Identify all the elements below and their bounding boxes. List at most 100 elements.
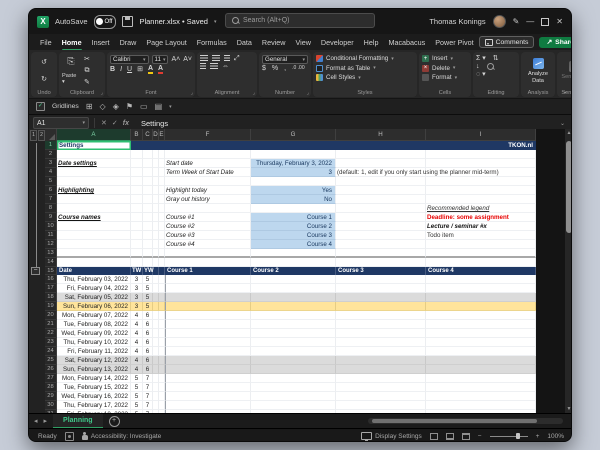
currency-icon[interactable]: $ [262,65,266,72]
display-settings-button[interactable]: Display Settings [361,432,422,440]
cell-A20[interactable]: Mon, February 07, 2022 [57,311,131,320]
horizontal-scrollbar[interactable] [368,418,563,424]
cell-H30[interactable] [336,401,426,410]
cell-I9[interactable]: Deadline: some assignment [426,213,536,222]
cell-B12[interactable] [131,240,143,249]
cell-A6[interactable]: Highlighting [57,186,131,195]
cell-F16[interactable] [165,275,251,284]
cell-A7[interactable] [57,195,131,204]
align-left-icon[interactable] [200,63,206,70]
cell-F7[interactable]: Gray out history [165,195,251,204]
cell-H18[interactable] [336,293,426,302]
cell-F14[interactable] [165,258,251,267]
cell-H7[interactable] [336,195,426,204]
cell-I13[interactable] [426,249,536,258]
cell-I14[interactable] [426,258,536,267]
cell-I30[interactable] [426,401,536,410]
column-header-I[interactable]: I [426,129,536,141]
cell-I19[interactable] [426,302,536,311]
font-launcher-icon[interactable]: ⌟ [191,90,193,96]
cell-A25[interactable]: Sat, February 12, 2022 [57,356,131,365]
sheet-tab-planning[interactable]: Planning [53,414,103,429]
cell-F20[interactable] [165,311,251,320]
analyze-data-button[interactable]: Analyze Data [524,54,552,88]
cell-H27[interactable] [336,374,426,383]
number-launcher-icon[interactable]: ⌟ [307,90,309,96]
alignment-launcher-icon[interactable]: ⌟ [253,90,255,96]
paste-button[interactable]: ⎘ Paste ▾ [62,54,80,88]
cell-G12[interactable]: Course 4 [251,240,336,249]
cell-G20[interactable] [251,311,336,320]
cell-B30[interactable]: 5 [131,401,143,410]
cell-G6[interactable]: Yes [251,186,336,195]
cell-G24[interactable] [251,347,336,356]
cell-G18[interactable] [251,293,336,302]
orientation-icon[interactable]: ⤢ [234,55,240,62]
comma-icon[interactable]: , [284,65,286,72]
row-header-12[interactable]: 12 [45,240,57,249]
cell-B9[interactable] [131,213,143,222]
cell-I4[interactable] [426,168,536,177]
cell-B24[interactable]: 4 [131,347,143,356]
cell-B11[interactable] [131,231,143,240]
cell-A22[interactable]: Wed, February 09, 2022 [57,329,131,338]
cell-H20[interactable] [336,311,426,320]
cell-G27[interactable] [251,374,336,383]
cell-C12[interactable] [143,240,153,249]
cell-F3[interactable]: Start date [165,159,251,168]
row-header-2[interactable]: 2 [45,150,57,159]
cell-H12[interactable] [336,240,426,249]
find-select-icon[interactable] [487,63,494,70]
cell-C6[interactable] [143,186,153,195]
cell-F9[interactable]: Course #1 [165,213,251,222]
cell-G8[interactable] [251,204,336,213]
cell-F12[interactable]: Course #4 [165,240,251,249]
cell-B14[interactable] [131,258,143,267]
row-header-28[interactable]: 28 [45,383,57,392]
format-cells-button[interactable]: Format▾ [422,73,468,83]
cell-C26[interactable]: 6 [143,365,153,374]
save-icon[interactable] [122,16,133,27]
cell-C25[interactable]: 6 [143,356,153,365]
cell-F24[interactable] [165,347,251,356]
copy-icon[interactable]: ⧉ [84,67,89,74]
panel-qat-icon[interactable]: ▤ [155,103,163,111]
cell-F17[interactable] [165,284,251,293]
cell-I16[interactable] [426,275,536,284]
cell-C8[interactable] [143,204,153,213]
column-header-C[interactable]: C [143,129,153,141]
ribbon-tab-help[interactable]: Help [359,36,384,49]
flag-qat-icon[interactable]: ⚑ [126,103,133,111]
cell-C19[interactable]: 5 [143,302,153,311]
row-header-5[interactable]: 5 [45,177,57,186]
cell-F8[interactable] [165,204,251,213]
row-header-26[interactable]: 26 [45,365,57,374]
cell-A16[interactable]: Thu, February 03, 2022 [57,275,131,284]
cell-H21[interactable] [336,320,426,329]
row-header-18[interactable]: 18 [45,293,57,302]
ribbon-tab-data[interactable]: Data [232,36,257,49]
zoom-slider-knob[interactable] [516,433,520,439]
cell-B8[interactable] [131,204,143,213]
cell-H28[interactable] [336,383,426,392]
formula-input[interactable]: Settings [135,119,560,128]
insert-function-icon[interactable]: fx [123,120,129,127]
header-cell-course-3[interactable]: Course 3 [336,267,426,275]
cell-A19[interactable]: Sun, February 06, 2022 [57,302,131,311]
ribbon-tab-macabacus[interactable]: Macabacus [383,36,430,49]
cell-H11[interactable] [336,231,426,240]
cell-G7[interactable]: No [251,195,336,204]
sensitivity-button[interactable]: Sensitivity [560,54,572,88]
cell-I24[interactable] [426,347,536,356]
horizontal-scroll-thumb[interactable] [372,419,537,423]
conditional-formatting-button[interactable]: Conditional Formatting▾ [316,54,414,64]
cell-G28[interactable] [251,383,336,392]
excel-app-icon[interactable]: X [37,16,49,28]
row-header-7[interactable]: 7 [45,195,57,204]
cell-B16[interactable]: 3 [131,275,143,284]
cell-C11[interactable] [143,231,153,240]
ribbon-tab-power-pivot[interactable]: Power Pivot [430,36,478,49]
cell-B17[interactable]: 3 [131,284,143,293]
row-header-20[interactable]: 20 [45,311,57,320]
cell-H29[interactable] [336,392,426,401]
